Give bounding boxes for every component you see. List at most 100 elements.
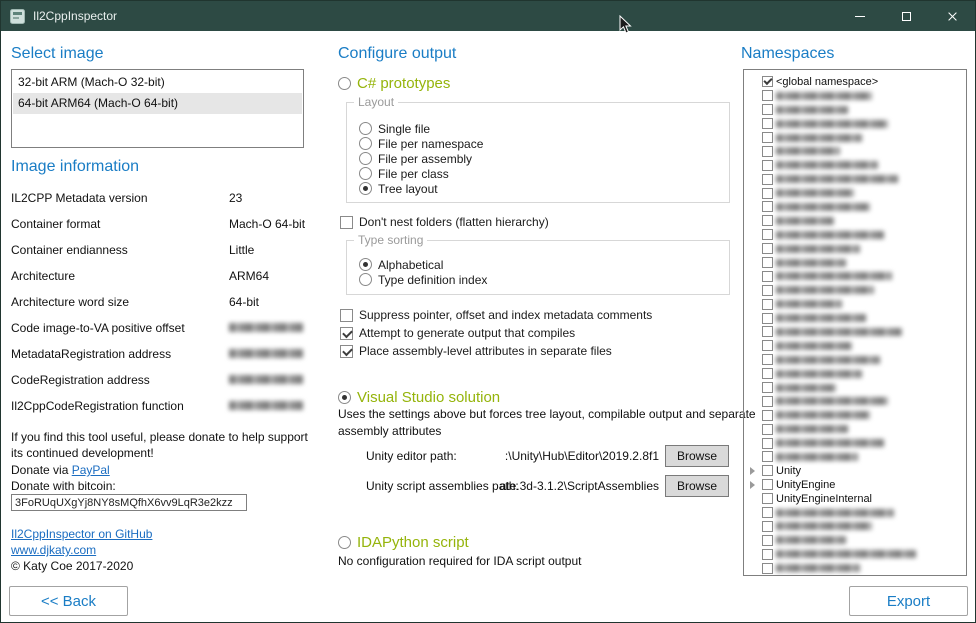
namespace-row-redacted[interactable]: [747, 256, 963, 270]
image-list[interactable]: 32-bit ARM (Mach-O 32-bit)64-bit ARM64 (…: [11, 69, 304, 148]
namespace-checkbox[interactable]: [762, 313, 773, 324]
namespace-checkbox[interactable]: [762, 354, 773, 365]
namespace-row-redacted[interactable]: [747, 533, 963, 547]
namespace-checkbox[interactable]: [762, 118, 773, 129]
type-sorting-option[interactable]: Alphabetical: [359, 257, 487, 272]
namespace-row-redacted[interactable]: [747, 436, 963, 450]
namespace-checkbox[interactable]: [762, 410, 773, 421]
namespace-checkbox[interactable]: [762, 396, 773, 407]
namespace-checkbox[interactable]: [762, 451, 773, 462]
namespace-row-redacted[interactable]: [747, 172, 963, 186]
namespace-row-redacted[interactable]: [747, 103, 963, 117]
namespace-checkbox[interactable]: [762, 271, 773, 282]
namespace-checkbox[interactable]: [762, 146, 773, 157]
minimize-button[interactable]: [837, 1, 883, 31]
layout-option[interactable]: File per class: [359, 166, 483, 181]
namespace-checkbox[interactable]: [762, 465, 773, 476]
website-link[interactable]: www.djkaty.com: [11, 543, 96, 557]
namespace-row-redacted[interactable]: [747, 547, 963, 561]
namespace-row-redacted[interactable]: [747, 283, 963, 297]
namespace-checkbox[interactable]: [762, 132, 773, 143]
namespace-row-redacted[interactable]: [747, 506, 963, 520]
namespace-row-redacted[interactable]: [747, 311, 963, 325]
namespace-checkbox[interactable]: [762, 201, 773, 212]
close-button[interactable]: [929, 1, 975, 31]
namespace-row-redacted[interactable]: [747, 186, 963, 200]
namespace-row-redacted[interactable]: [747, 381, 963, 395]
image-list-item[interactable]: 32-bit ARM (Mach-O 32-bit): [13, 72, 302, 93]
namespace-row-redacted[interactable]: [747, 131, 963, 145]
output-checkbox[interactable]: Attempt to generate output that compiles: [340, 324, 652, 342]
layout-option[interactable]: Single file: [359, 121, 483, 136]
namespace-checkbox[interactable]: [762, 382, 773, 393]
namespace-checkbox[interactable]: [762, 521, 773, 532]
namespace-row-redacted[interactable]: [747, 353, 963, 367]
namespace-row[interactable]: UnityEngine: [747, 478, 963, 492]
namespace-row-redacted[interactable]: [747, 158, 963, 172]
namespace-checkbox[interactable]: [762, 507, 773, 518]
back-button[interactable]: << Back: [9, 586, 128, 616]
expander-icon[interactable]: [747, 465, 759, 477]
unity-script-path-value[interactable]: ate.3d-3.1.2\ScriptAssemblies: [441, 479, 659, 493]
namespace-checkbox[interactable]: [762, 368, 773, 379]
namespace-row-redacted[interactable]: [747, 394, 963, 408]
idapython-option[interactable]: IDAPython script: [338, 532, 469, 552]
namespace-checkbox[interactable]: [762, 299, 773, 310]
namespace-row-redacted[interactable]: [747, 200, 963, 214]
namespace-checkbox[interactable]: [762, 188, 773, 199]
visual-studio-option[interactable]: Visual Studio solution: [338, 387, 500, 407]
namespace-row-redacted[interactable]: [747, 339, 963, 353]
namespace-row-redacted[interactable]: [747, 269, 963, 283]
unity-editor-path-value[interactable]: :\Unity\Hub\Editor\2019.2.8f1: [441, 449, 659, 463]
namespace-row-redacted[interactable]: [747, 422, 963, 436]
namespace-row-redacted[interactable]: [747, 408, 963, 422]
namespace-checkbox[interactable]: [762, 104, 773, 115]
namespace-row-redacted[interactable]: [747, 367, 963, 381]
namespace-checkbox[interactable]: [762, 563, 773, 574]
namespace-checkbox[interactable]: [762, 340, 773, 351]
namespace-checkbox[interactable]: [762, 285, 773, 296]
namespace-row-redacted[interactable]: [747, 520, 963, 534]
image-list-item[interactable]: 64-bit ARM64 (Mach-O 64-bit): [13, 93, 302, 114]
csharp-option[interactable]: C# prototypes: [338, 73, 450, 93]
namespace-row-redacted[interactable]: [747, 228, 963, 242]
namespace-row-redacted[interactable]: [747, 214, 963, 228]
namespace-row-redacted[interactable]: [747, 325, 963, 339]
namespace-checkbox[interactable]: [762, 549, 773, 560]
namespace-row-redacted[interactable]: [747, 450, 963, 464]
output-checkbox[interactable]: Suppress pointer, offset and index metad…: [340, 306, 652, 324]
namespace-row-redacted[interactable]: [747, 117, 963, 131]
namespace-row-redacted[interactable]: [747, 89, 963, 103]
namespace-checkbox[interactable]: [762, 174, 773, 185]
paypal-link[interactable]: PayPal: [72, 463, 110, 477]
namespace-row-redacted[interactable]: [747, 561, 963, 575]
unity-script-browse-button[interactable]: Browse: [665, 475, 729, 497]
namespace-row-redacted[interactable]: [747, 242, 963, 256]
namespace-checkbox[interactable]: [762, 535, 773, 546]
namespace-checkbox[interactable]: [762, 493, 773, 504]
namespace-list[interactable]: <global namespace> UnityUnityEngineUnityE…: [743, 69, 967, 576]
maximize-button[interactable]: [883, 1, 929, 31]
output-checkbox[interactable]: Place assembly-level attributes in separ…: [340, 342, 652, 360]
namespace-checkbox[interactable]: [762, 229, 773, 240]
layout-option[interactable]: Tree layout: [359, 181, 483, 196]
namespace-row[interactable]: <global namespace>: [747, 75, 963, 89]
type-sorting-option[interactable]: Type definition index: [359, 272, 487, 287]
namespace-checkbox[interactable]: [762, 215, 773, 226]
export-button[interactable]: Export: [849, 586, 968, 616]
namespace-row-redacted[interactable]: [747, 297, 963, 311]
namespace-checkbox[interactable]: [762, 257, 773, 268]
namespace-row-redacted[interactable]: [747, 144, 963, 158]
layout-option[interactable]: File per assembly: [359, 151, 483, 166]
namespace-row[interactable]: UnityEngineInternal: [747, 492, 963, 506]
bitcoin-address-input[interactable]: [11, 494, 247, 511]
namespace-row[interactable]: Unity: [747, 464, 963, 478]
namespace-checkbox[interactable]: [762, 438, 773, 449]
namespace-checkbox[interactable]: [762, 76, 773, 87]
github-link[interactable]: Il2CppInspector on GitHub: [11, 527, 152, 541]
layout-option[interactable]: File per namespace: [359, 136, 483, 151]
namespace-checkbox[interactable]: [762, 326, 773, 337]
unity-editor-browse-button[interactable]: Browse: [665, 445, 729, 467]
namespace-checkbox[interactable]: [762, 424, 773, 435]
namespace-checkbox[interactable]: [762, 479, 773, 490]
